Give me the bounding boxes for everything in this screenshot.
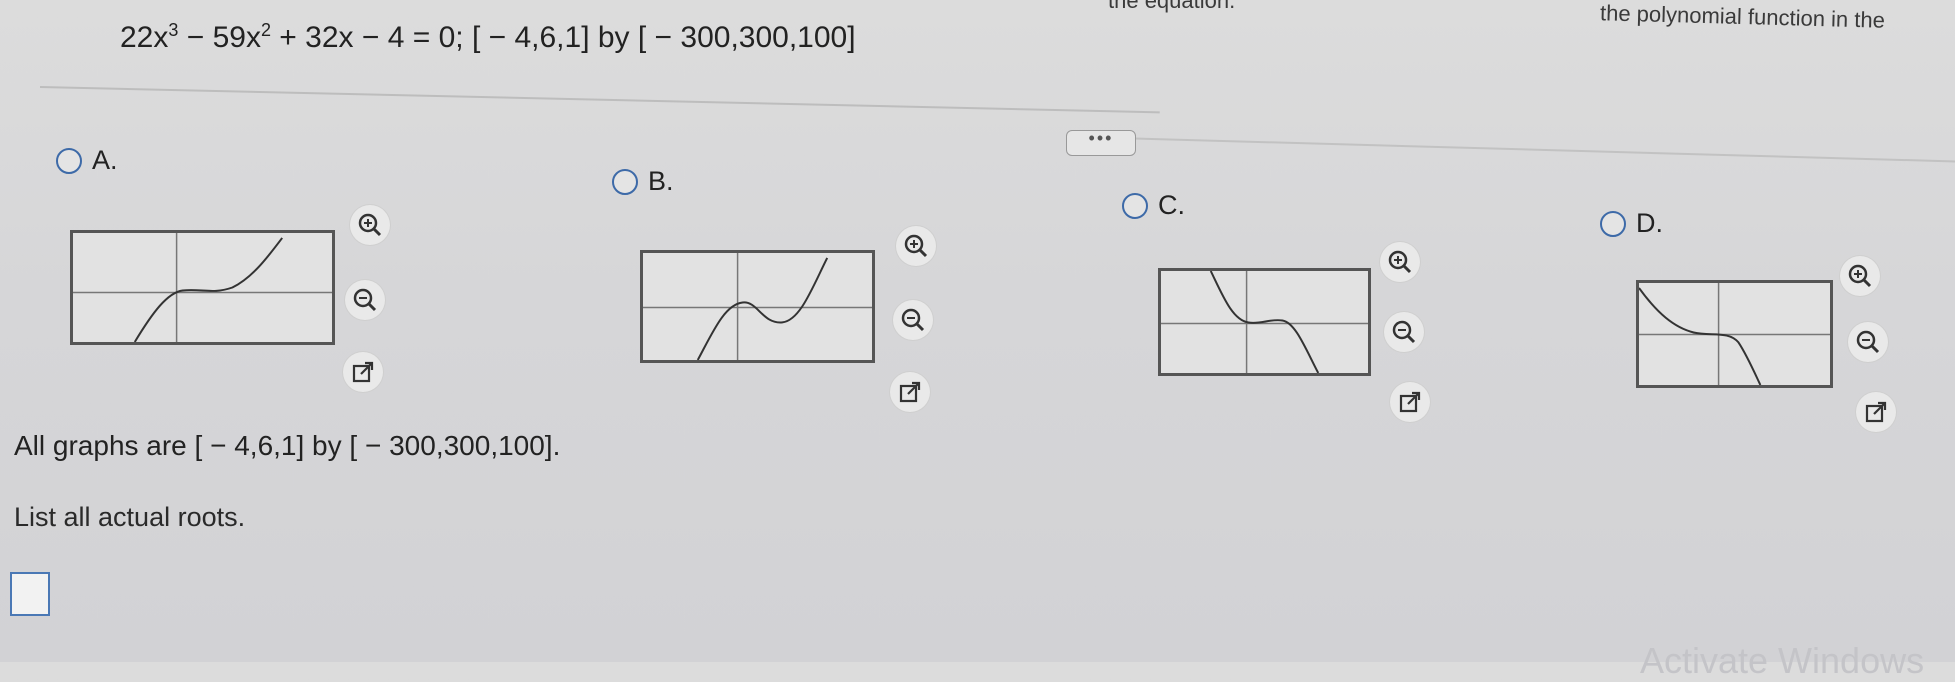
- option-d-label: D.: [1636, 208, 1663, 238]
- option-b-zoom-in-icon[interactable]: [896, 226, 936, 266]
- option-b-graph: [640, 250, 875, 363]
- option-b-zoom-out-icon[interactable]: [893, 300, 933, 340]
- option-a-label: A.: [92, 145, 118, 175]
- header-fragment-middle: the equation.: [1108, 0, 1236, 13]
- option-b-open-external-icon[interactable]: [890, 372, 930, 412]
- option-a[interactable]: A.: [56, 145, 118, 176]
- answer-input[interactable]: [10, 572, 50, 616]
- option-a-open-external-icon[interactable]: [343, 352, 383, 392]
- equation: 22x3 − 59x2 + 32x − 4 = 0; [ − 4,6,1] by…: [120, 20, 856, 54]
- graphs-window-note: All graphs are [ − 4,6,1] by [ − 300,300…: [14, 430, 561, 461]
- option-a-zoom-out-icon[interactable]: [345, 280, 385, 320]
- divider: [39, 86, 1160, 114]
- option-a-graph: [70, 230, 335, 345]
- activate-windows-watermark: Activate Windows: [1640, 640, 1925, 681]
- more-button[interactable]: •••: [1066, 129, 1136, 156]
- header-fragment-right: the polynomial function in the: [1599, 0, 1886, 33]
- option-b-radio[interactable]: [612, 168, 638, 195]
- option-c[interactable]: C.: [1122, 190, 1185, 221]
- option-c-label: C.: [1158, 190, 1185, 220]
- divider: [1079, 136, 1955, 163]
- question-prompt: List all actual roots.: [14, 502, 246, 532]
- option-b[interactable]: B.: [612, 166, 674, 197]
- option-a-radio[interactable]: [56, 147, 82, 174]
- option-c-radio[interactable]: [1122, 192, 1148, 219]
- option-d-radio[interactable]: [1600, 210, 1626, 237]
- option-d-zoom-out-icon[interactable]: [1848, 322, 1888, 362]
- option-a-zoom-in-icon[interactable]: [350, 205, 390, 245]
- option-c-graph: [1158, 268, 1371, 376]
- option-b-label: B.: [648, 166, 674, 196]
- option-c-zoom-out-icon[interactable]: [1384, 312, 1424, 352]
- option-d-open-external-icon[interactable]: [1856, 392, 1896, 432]
- option-d-graph: [1636, 280, 1833, 388]
- option-d-zoom-in-icon[interactable]: [1840, 256, 1880, 296]
- option-c-zoom-in-icon[interactable]: [1380, 242, 1420, 282]
- option-d[interactable]: D.: [1600, 208, 1663, 239]
- option-c-open-external-icon[interactable]: [1390, 382, 1430, 422]
